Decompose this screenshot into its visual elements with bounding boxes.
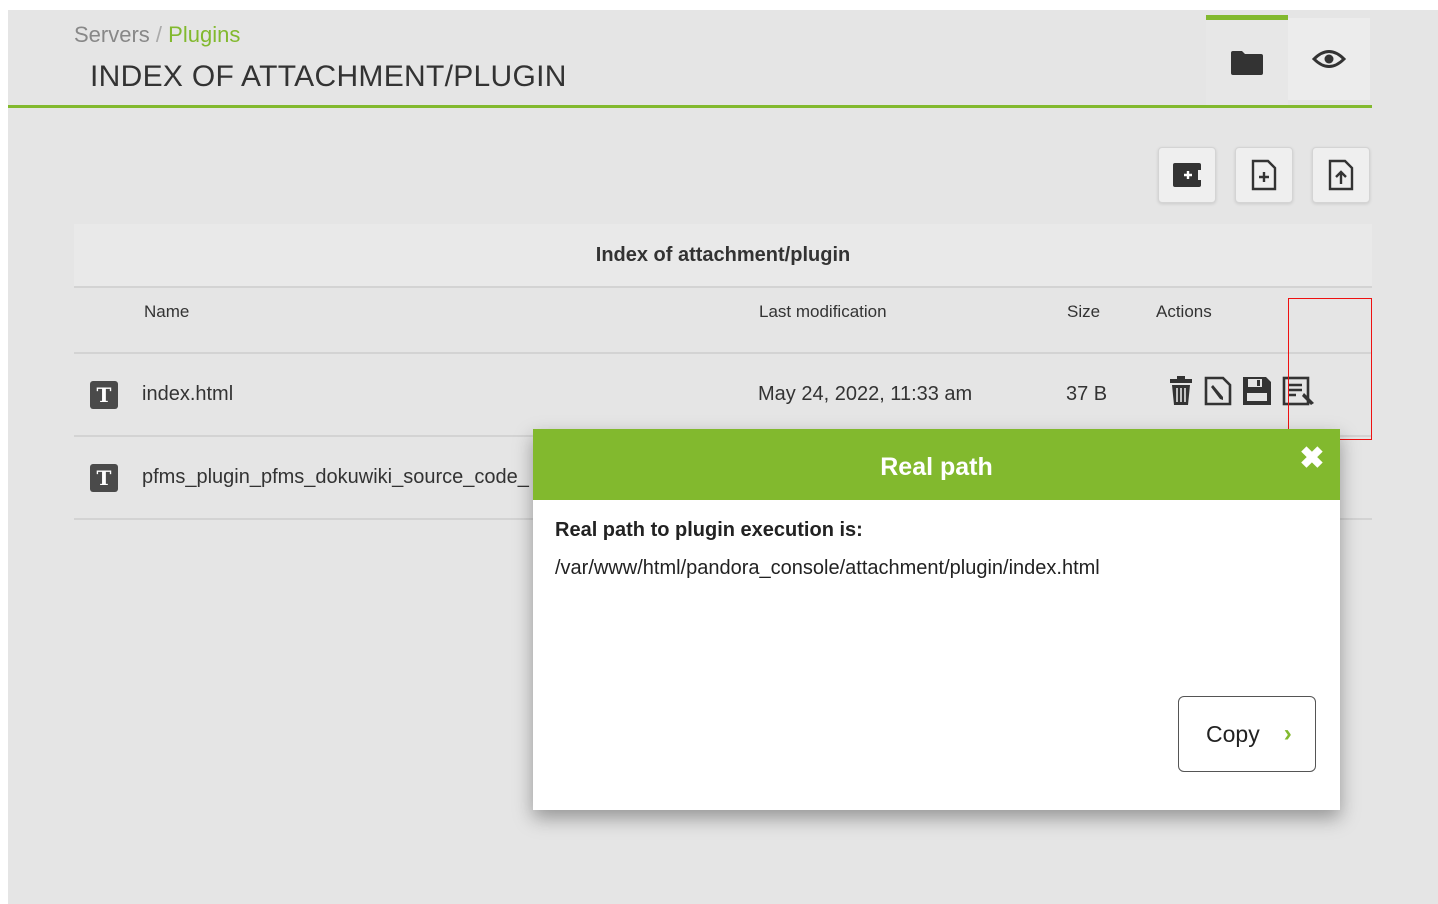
real-path-dialog: Real path ✖ Real path to plugin executio… xyxy=(533,429,1340,810)
table-row: T index.html May 24, 2022, 11:33 am 37 B xyxy=(74,354,1372,437)
breadcrumb: Servers / Plugins xyxy=(74,22,240,48)
breadcrumb-plugins[interactable]: Plugins xyxy=(168,22,240,47)
create-folder-icon xyxy=(1173,163,1202,187)
tab-view[interactable] xyxy=(1288,18,1370,100)
delete-icon[interactable] xyxy=(1168,374,1194,406)
breadcrumb-servers[interactable]: Servers xyxy=(74,22,150,47)
page-header: Servers / Plugins INDEX OF ATTACHMENT/PL… xyxy=(8,10,1372,108)
create-file-button[interactable] xyxy=(1235,147,1293,203)
save-icon[interactable] xyxy=(1242,376,1272,406)
tab-folder[interactable] xyxy=(1206,15,1288,105)
toolbar xyxy=(1158,147,1370,203)
table-caption: Index of attachment/plugin xyxy=(74,224,1372,288)
close-icon[interactable]: ✖ xyxy=(1298,444,1326,474)
text-file-icon: T xyxy=(90,381,118,409)
text-file-icon: T xyxy=(90,464,118,492)
file-name[interactable]: pfms_plugin_pfms_dokuwiki_source_code_ xyxy=(142,466,529,489)
page-title: INDEX OF ATTACHMENT/PLUGIN xyxy=(90,60,567,93)
dialog-title: Real path xyxy=(880,453,993,481)
column-header-size: Size xyxy=(1067,302,1101,321)
breadcrumb-separator: / xyxy=(155,22,163,47)
create-folder-button[interactable] xyxy=(1158,147,1216,203)
copy-button-label: Copy xyxy=(1206,720,1260,747)
upload-file-icon xyxy=(1328,159,1354,191)
chevron-right-icon: › xyxy=(1283,720,1292,747)
folder-icon xyxy=(1231,50,1263,75)
eye-icon xyxy=(1312,50,1346,68)
upload-file-button[interactable] xyxy=(1312,147,1370,203)
file-name[interactable]: index.html xyxy=(142,383,233,406)
column-header-last-modification: Last modification xyxy=(759,302,887,321)
header-tabs xyxy=(1206,15,1370,105)
column-header-name: Name xyxy=(144,302,190,321)
edit-file-icon[interactable] xyxy=(1204,376,1232,406)
column-header-actions: Actions xyxy=(1156,302,1212,321)
table-header: Name Last modification Size Actions xyxy=(74,288,1372,354)
highlight-box xyxy=(1288,298,1372,440)
real-path-value: /var/www/html/pandora_console/attachment… xyxy=(555,557,1100,579)
file-last-modification: May 24, 2022, 11:33 am xyxy=(758,383,973,405)
dialog-label: Real path to plugin execution is: xyxy=(555,519,863,541)
dialog-header: Real path ✖ xyxy=(533,429,1340,500)
create-file-icon xyxy=(1251,159,1277,191)
file-size: 37 B xyxy=(1066,383,1108,405)
copy-button[interactable]: Copy › xyxy=(1178,696,1316,772)
